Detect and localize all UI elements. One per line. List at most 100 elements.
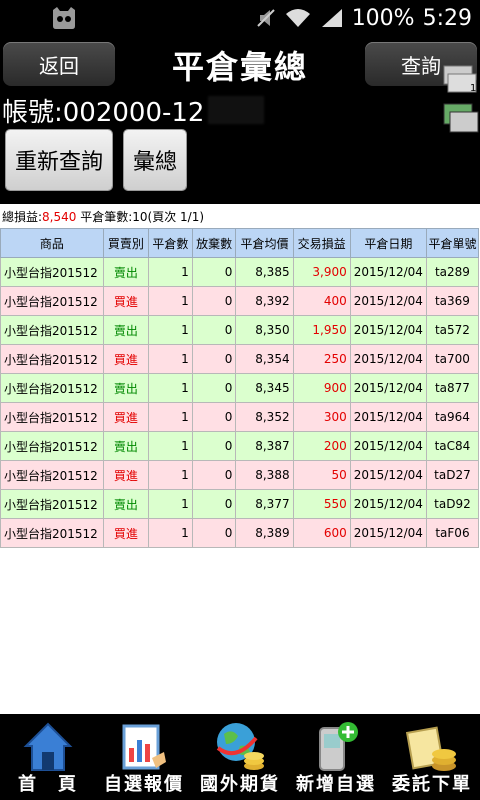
cell-close-no: ta289 [425,257,480,287]
col-close-date: 平倉日期 [349,228,427,258]
cell-side: 買進 [102,286,150,316]
cell-product: 小型台指201512 [0,489,104,519]
requery-button[interactable]: 重新查詢 [6,130,112,190]
cell-avg-price: 8,385 [235,257,294,287]
cell-close-date: 2015/12/04 [349,518,427,548]
nav-place-order[interactable]: 委託下單 [384,714,480,800]
table-row[interactable]: 小型台指201512 賣出 1 0 8,345 900 2015/12/04 ta877 [0,373,480,403]
cell-qty: 1 [148,431,193,461]
table-row[interactable]: 小型台指201512 賣出 1 0 8,350 1,950 2015/12/04 ta572 [0,315,480,345]
cell-qty: 1 [148,460,193,490]
cell-close-date: 2015/12/04 [349,402,427,432]
signal-icon [321,9,342,27]
table-row[interactable]: 小型台指201512 買進 1 0 8,354 250 2015/12/04 ta700 [0,344,480,374]
cell-abandon: 0 [191,286,237,316]
cell-close-no: ta700 [425,344,480,374]
summary-line: 總損益:8,540 平倉筆數:10(頁次 1/1) [0,204,480,228]
cell-trade-pl: 250 [292,344,351,374]
cell-close-no: taD27 [425,460,480,490]
cell-side: 賣出 [102,315,150,345]
cell-trade-pl: 1,950 [292,315,351,345]
col-qty: 平倉數 [148,228,193,258]
nav-home-label: 首 頁 [18,774,78,795]
table-row[interactable]: 小型台指201512 賣出 1 0 8,385 3,900 2015/12/04 ta289 [0,257,480,287]
cell-avg-price: 8,350 [235,315,294,345]
col-close-no: 平倉單號 [425,228,480,258]
table-row[interactable]: 小型台指201512 賣出 1 0 8,377 550 2015/12/04 taD92 [0,489,480,519]
cell-avg-price: 8,389 [235,518,294,548]
cell-product: 小型台指201512 [0,402,104,432]
cell-trade-pl: 400 [292,286,351,316]
cell-qty: 1 [148,518,193,548]
table-header-row: 商品 買賣別 平倉數 放棄數 平倉均價 交易損益 平倉日期 平倉單號 [0,228,480,258]
cell-close-no: ta369 [425,286,480,316]
nav-quotes[interactable]: 自選報價 [96,714,192,800]
summary-button[interactable]: 彙總 [124,130,186,190]
cell-abandon: 0 [191,344,237,374]
total-pl-label: 總損益: [2,210,43,224]
cell-product: 小型台指201512 [0,315,104,345]
col-abandon: 放棄數 [191,228,237,258]
svg-text:1: 1 [470,83,476,94]
cell-product: 小型台指201512 [0,344,104,374]
cell-close-no: ta572 [425,315,480,345]
table-row[interactable]: 小型台指201512 買進 1 0 8,392 400 2015/12/04 ta369 [0,286,480,316]
cell-side: 買進 [102,402,150,432]
cell-close-no: taC84 [425,431,480,461]
cell-avg-price: 8,377 [235,489,294,519]
cell-abandon: 0 [191,257,237,287]
cell-close-date: 2015/12/04 [349,286,427,316]
closed-positions-table: 商品 買賣別 平倉數 放棄數 平倉均價 交易損益 平倉日期 平倉單號 小型台指2… [0,228,480,548]
cell-close-date: 2015/12/04 [349,344,427,374]
bottom-nav: 首 頁 自選報價 國外期貨 新增自選 委託下單 [0,714,480,800]
cell-product: 小型台指201512 [0,460,104,490]
cell-qty: 1 [148,315,193,345]
cell-product: 小型台指201512 [0,286,104,316]
col-product: 商品 [0,228,104,258]
windows-switch-icon[interactable]: 1 [440,62,480,138]
cell-side: 賣出 [102,257,150,287]
status-bar: 100% 5:29 [0,0,480,36]
cell-close-date: 2015/12/04 [349,489,427,519]
cell-avg-price: 8,388 [235,460,294,490]
col-avg-price: 平倉均價 [235,228,294,258]
col-side: 買賣別 [102,228,150,258]
quote-chart-icon [122,724,166,770]
cell-trade-pl: 900 [292,373,351,403]
table-row[interactable]: 小型台指201512 賣出 1 0 8,387 200 2015/12/04 taC84 [0,431,480,461]
cell-abandon: 0 [191,373,237,403]
cell-avg-price: 8,352 [235,402,294,432]
cell-side: 買進 [102,460,150,490]
cell-trade-pl: 550 [292,489,351,519]
nav-quotes-label: 自選報價 [104,774,184,795]
result-panel: 總損益:8,540 平倉筆數:10(頁次 1/1) 商品 買賣別 平倉數 放棄數… [0,204,480,714]
home-icon [23,722,73,771]
cell-close-no: taF06 [425,518,480,548]
table-row[interactable]: 小型台指201512 買進 1 0 8,388 50 2015/12/04 taD27 [0,460,480,490]
table-row[interactable]: 小型台指201512 買進 1 0 8,352 300 2015/12/04 ta964 [0,402,480,432]
cell-product: 小型台指201512 [0,518,104,548]
cell-side: 賣出 [102,431,150,461]
cell-trade-pl: 300 [292,402,351,432]
account-label: 帳號:002000-12 [2,98,205,128]
nav-foreign-futures[interactable]: 國外期貨 [192,714,288,800]
col-trade-pl: 交易損益 [292,228,351,258]
cell-qty: 1 [148,286,193,316]
cell-qty: 1 [148,402,193,432]
cell-avg-price: 8,392 [235,286,294,316]
nav-foreign-futures-label: 國外期貨 [200,774,280,795]
globe-coins-icon [216,723,264,770]
cell-abandon: 0 [191,460,237,490]
nav-add-watchlist[interactable]: 新增自選 [288,714,384,800]
cell-close-no: ta877 [425,373,480,403]
cell-avg-price: 8,354 [235,344,294,374]
cell-trade-pl: 3,900 [292,257,351,287]
table-row[interactable]: 小型台指201512 買進 1 0 8,389 600 2015/12/04 taF06 [0,518,480,548]
cell-abandon: 0 [191,518,237,548]
nav-home[interactable]: 首 頁 [0,714,96,800]
cell-side: 買進 [102,518,150,548]
cell-abandon: 0 [191,402,237,432]
cell-side: 買進 [102,344,150,374]
cell-product: 小型台指201512 [0,373,104,403]
mute-icon [256,9,275,27]
